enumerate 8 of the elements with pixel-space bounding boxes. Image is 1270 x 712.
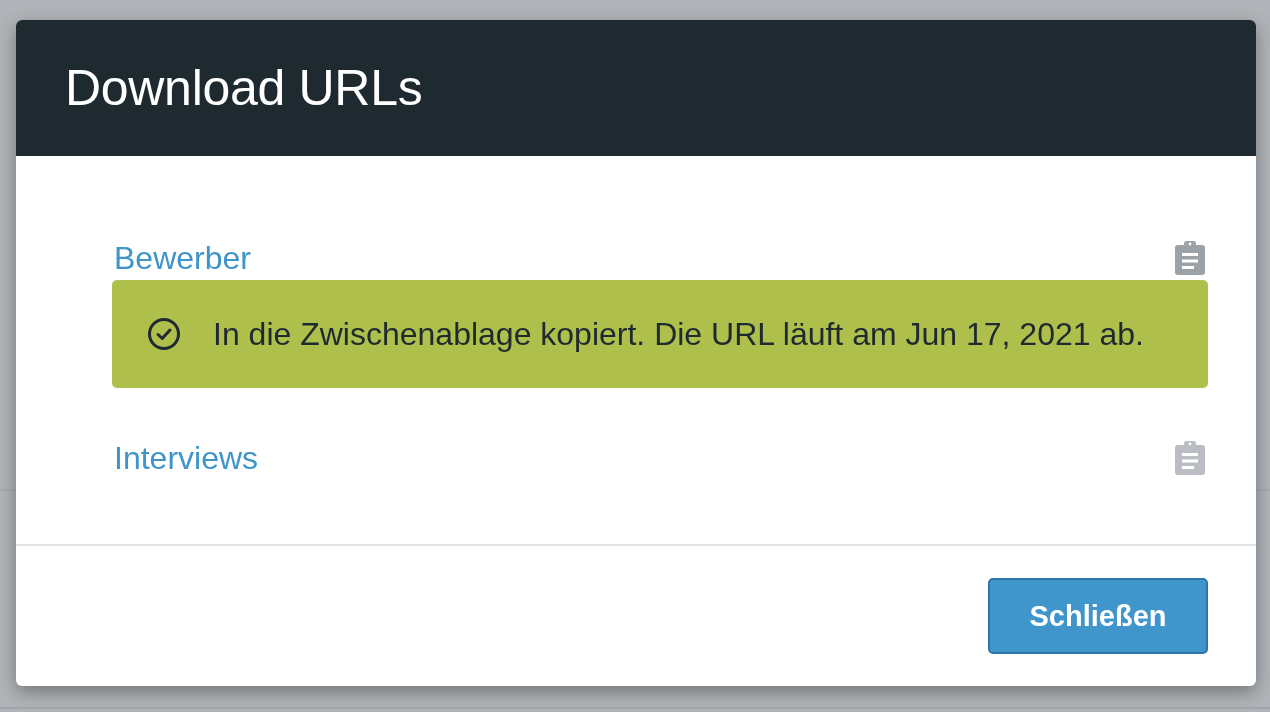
clipboard-icon[interactable] xyxy=(1175,241,1205,275)
download-link[interactable]: Interviews xyxy=(112,436,259,480)
close-button[interactable]: Schließen xyxy=(988,578,1208,654)
download-link[interactable]: Bewerber xyxy=(112,236,251,280)
clipboard-icon[interactable] xyxy=(1175,441,1205,475)
check-circle-icon xyxy=(148,318,180,350)
dialog-title: Download URLs xyxy=(65,59,423,118)
alert-message: In die Zwischenablage kopiert. Die URL läuft am Jun 17, 2021 ab. xyxy=(213,315,1144,354)
